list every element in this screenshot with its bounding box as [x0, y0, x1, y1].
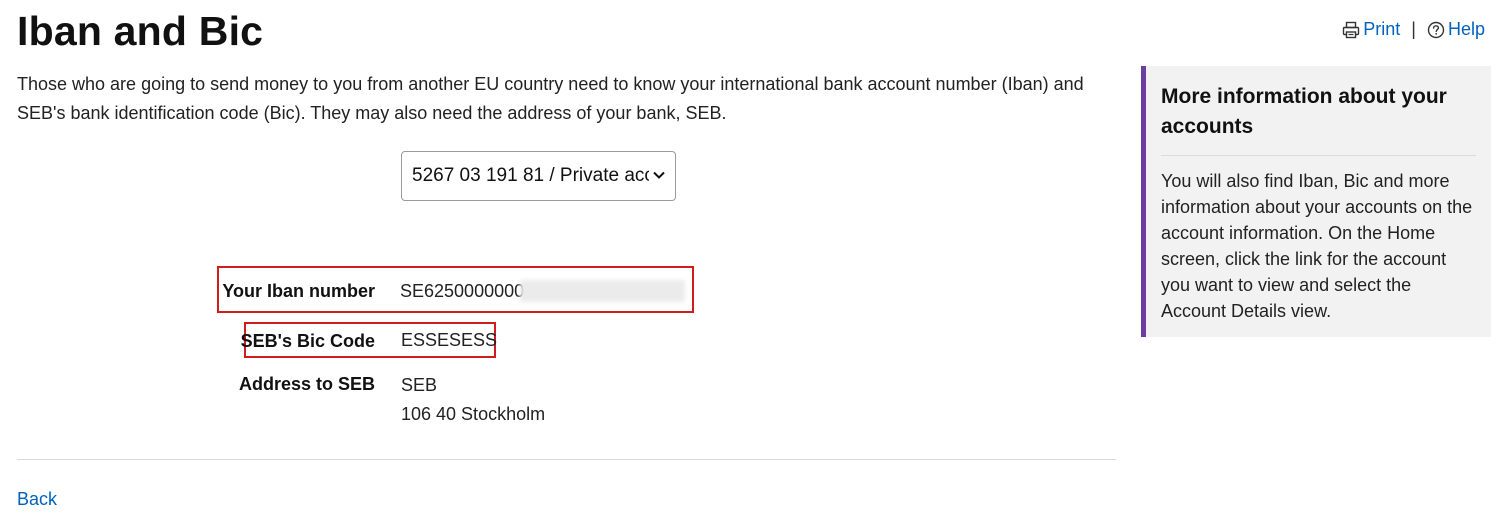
- bic-label: SEB's Bic Code: [240, 331, 375, 351]
- account-select[interactable]: 5267 03 191 81 / Private account: [401, 151, 676, 201]
- iban-bic-page: Iban and Bic Print | Help Those who are …: [0, 0, 1507, 522]
- iban-redacted-area: [520, 280, 685, 302]
- address-label: Address to SEB: [238, 374, 375, 394]
- address-line-2: 106 40 Stockholm: [401, 404, 546, 424]
- page-title: Iban and Bic: [17, 8, 264, 54]
- address-line-1: SEB: [401, 375, 438, 395]
- chevron-down-icon: [653, 171, 665, 179]
- back-link[interactable]: Back: [17, 489, 57, 510]
- link-separator: |: [1411, 19, 1416, 39]
- divider: [17, 459, 1116, 460]
- help-link[interactable]: Help: [1427, 19, 1485, 40]
- intro-text: Those who are going to send money to you…: [17, 74, 1084, 123]
- info-panel-heading: More information about your accounts: [1161, 85, 1447, 138]
- printer-icon: [1343, 21, 1360, 38]
- iban-value: SE6250000000: [400, 281, 525, 301]
- print-label: Print: [1363, 19, 1401, 39]
- info-panel-body: You will also find Iban, Bic and more in…: [1161, 171, 1473, 321]
- iban-label: Your Iban number: [222, 281, 375, 301]
- print-link[interactable]: Print: [1342, 19, 1400, 40]
- account-select-value: 5267 03 191 81 / Private account: [412, 165, 649, 186]
- top-links: Print | Help: [1342, 19, 1485, 40]
- info-panel-divider: [1161, 155, 1476, 156]
- help-label: Help: [1447, 19, 1485, 39]
- question-circle-icon: [1427, 21, 1445, 38]
- info-panel: More information about your accounts You…: [1141, 66, 1491, 337]
- bic-value: ESSESESS: [401, 330, 498, 350]
